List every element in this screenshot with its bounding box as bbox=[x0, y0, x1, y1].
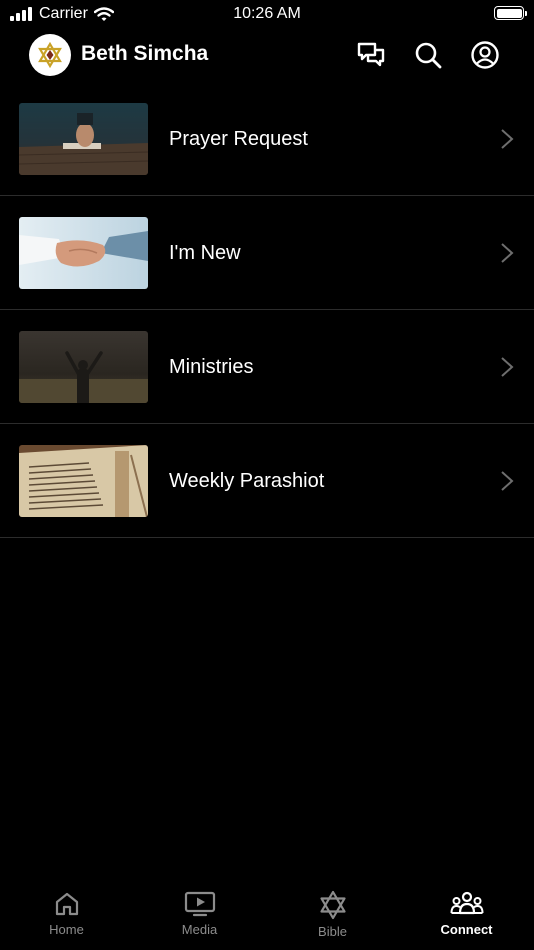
people-icon bbox=[450, 891, 483, 915]
chevron-right-icon bbox=[501, 357, 514, 377]
tab-bar: Home Media Bible Connect bbox=[0, 888, 534, 950]
list-item-im-new[interactable]: I'm New bbox=[0, 196, 534, 310]
app-header: Beth Simcha bbox=[0, 32, 534, 78]
tab-connect[interactable]: Connect bbox=[400, 888, 533, 950]
app-title: Beth Simcha bbox=[81, 42, 209, 65]
list-item-label: I'm New bbox=[169, 242, 241, 264]
app-logo[interactable] bbox=[29, 34, 71, 76]
list-item-label: Weekly Parashiot bbox=[169, 470, 325, 492]
list-item-prayer-request[interactable]: Prayer Request bbox=[0, 82, 534, 196]
home-icon bbox=[55, 892, 78, 916]
tab-bible[interactable]: Bible bbox=[266, 888, 399, 950]
chat-icon[interactable] bbox=[356, 40, 386, 70]
star-of-david-logo-icon bbox=[38, 42, 62, 68]
battery-icon bbox=[494, 6, 527, 20]
chevron-right-icon bbox=[501, 243, 514, 263]
tab-home[interactable]: Home bbox=[0, 888, 133, 950]
search-icon[interactable] bbox=[413, 40, 443, 70]
media-icon bbox=[184, 891, 215, 917]
list-item-label: Ministries bbox=[169, 356, 254, 378]
tab-label: Home bbox=[49, 922, 84, 937]
status-bar: Carrier 10:26 AM bbox=[0, 0, 534, 28]
connect-list: Prayer Request I'm New Ministries Weekly… bbox=[0, 82, 534, 538]
handshake-image bbox=[19, 217, 148, 289]
list-item-ministries[interactable]: Ministries bbox=[0, 310, 534, 424]
profile-icon[interactable] bbox=[470, 40, 500, 70]
star-of-david-icon bbox=[319, 890, 346, 920]
chevron-right-icon bbox=[501, 471, 514, 491]
tab-label: Bible bbox=[318, 924, 347, 939]
tab-label: Connect bbox=[440, 922, 493, 937]
worship-image bbox=[19, 331, 148, 403]
prayer-image bbox=[19, 103, 148, 175]
list-item-weekly-parashiot[interactable]: Weekly Parashiot bbox=[0, 424, 534, 538]
clock: 10:26 AM bbox=[233, 5, 301, 22]
list-item-label: Prayer Request bbox=[169, 128, 308, 150]
tab-label: Media bbox=[181, 922, 218, 937]
chevron-right-icon bbox=[501, 129, 514, 149]
torah-scroll-image bbox=[19, 445, 148, 517]
tab-media[interactable]: Media bbox=[133, 888, 266, 950]
